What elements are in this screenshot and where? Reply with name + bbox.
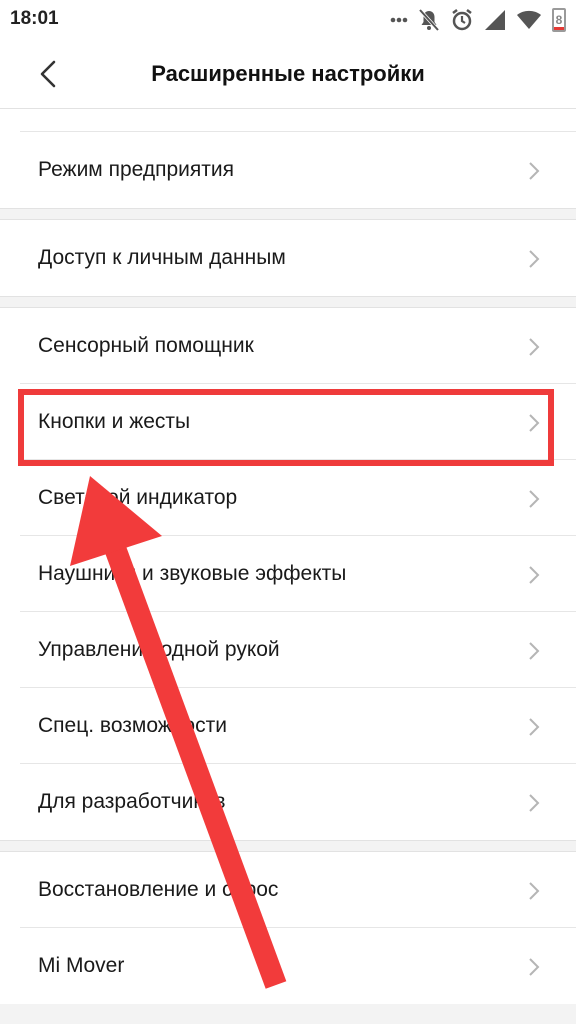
chevron-right-icon	[529, 250, 540, 268]
settings-item-label: Доступ к личным данным	[38, 246, 286, 269]
app-header: Расширенные настройки	[0, 40, 576, 109]
settings-item-mi-mover[interactable]: Mi Mover	[20, 928, 576, 1004]
chevron-right-icon	[529, 566, 540, 584]
settings-item-backup-reset[interactable]: Восстановление и сброс	[20, 852, 576, 928]
settings-item-headphones-sound[interactable]: Наушники и звуковые эффекты	[20, 536, 576, 612]
status-bar: 18:01 8	[0, 0, 576, 40]
status-time: 18:01	[10, 8, 59, 29]
settings-item-led-indicator[interactable]: Световой индикатор	[20, 460, 576, 536]
signal-icon	[484, 9, 506, 31]
settings-group: Режим предприятия	[0, 109, 576, 208]
chevron-right-icon	[529, 882, 540, 900]
settings-item-label: Спец. возможности	[38, 714, 227, 737]
settings-item-label: Световой индикатор	[38, 486, 238, 509]
settings-item-label: Сенсорный помощник	[38, 334, 254, 357]
settings-item-personal-data-access[interactable]: Доступ к личным данным	[20, 220, 576, 296]
settings-item-developer-options[interactable]: Для разработчиков	[20, 764, 576, 840]
battery-level: 8	[555, 13, 563, 27]
settings-item-label: Наушники и звуковые эффекты	[38, 562, 347, 585]
wifi-icon	[516, 10, 542, 30]
settings-item-label: Для разработчиков	[38, 790, 226, 813]
settings-group: Сенсорный помощник Кнопки и жесты Светов…	[0, 308, 576, 840]
settings-item-label: Управление одной рукой	[38, 638, 280, 661]
settings-item-label: Восстановление и сброс	[38, 878, 279, 901]
chevron-right-icon	[529, 338, 540, 356]
settings-item-label: Режим предприятия	[38, 158, 234, 181]
settings-item-touch-assistant[interactable]: Сенсорный помощник	[20, 308, 576, 384]
chevron-right-icon	[529, 414, 540, 432]
chevron-right-icon	[529, 958, 540, 976]
alarm-icon	[450, 8, 474, 32]
settings-item-buttons-gestures[interactable]: Кнопки и жесты	[20, 384, 576, 460]
settings-list: Режим предприятия Доступ к личным данным…	[0, 109, 576, 1004]
chevron-right-icon	[529, 642, 540, 660]
settings-item-enterprise-mode[interactable]: Режим предприятия	[20, 132, 576, 208]
settings-item-label: Кнопки и жесты	[38, 410, 191, 433]
chevron-right-icon	[529, 490, 540, 508]
chevron-right-icon	[529, 794, 540, 812]
settings-item-accessibility[interactable]: Спец. возможности	[20, 688, 576, 764]
settings-group: Восстановление и сброс Mi Mover	[0, 852, 576, 1004]
settings-item-one-handed-mode[interactable]: Управление одной рукой	[20, 612, 576, 688]
settings-group: Доступ к личным данным	[0, 220, 576, 296]
list-item-partial	[20, 109, 576, 132]
page-title: Расширенные настройки	[151, 61, 425, 86]
battery-icon: 8	[552, 8, 566, 32]
chevron-right-icon	[529, 718, 540, 736]
settings-item-label: Mi Mover	[38, 954, 125, 977]
status-icons: 8	[390, 6, 566, 34]
more-dots-icon	[390, 17, 408, 23]
notifications-off-icon	[418, 8, 440, 32]
chevron-right-icon	[529, 162, 540, 180]
